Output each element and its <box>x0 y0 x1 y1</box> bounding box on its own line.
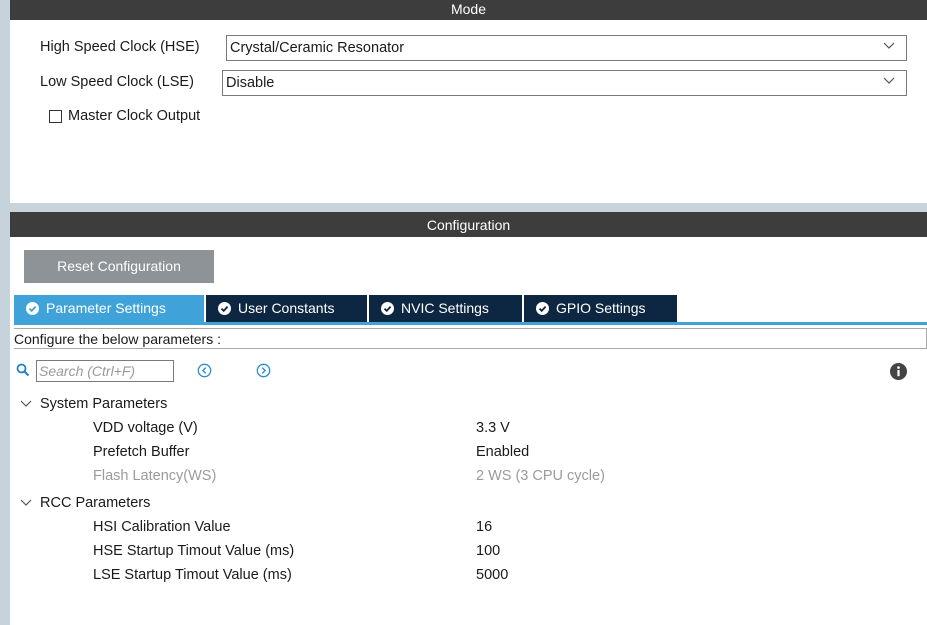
hse-row: High Speed Clock (HSE) Crystal/Ceramic R… <box>40 35 907 61</box>
search-icon <box>16 363 30 377</box>
param-value: 2 WS (3 CPU cycle) <box>476 468 605 484</box>
tab-gpio-settings[interactable]: GPIO Settings <box>524 295 677 322</box>
check-circle-icon <box>218 302 231 315</box>
search-input[interactable] <box>39 362 169 380</box>
chevron-down-icon <box>20 499 32 506</box>
param-name: Flash Latency(WS) <box>93 468 217 484</box>
group-label: System Parameters <box>40 396 168 412</box>
param-value[interactable]: 3.3 V <box>476 420 510 436</box>
param-name[interactable]: HSE Startup Timout Value (ms) <box>93 543 294 559</box>
lse-select[interactable]: Disable <box>222 70 907 96</box>
mode-header: Mode <box>10 0 927 20</box>
tab-parameter-settings[interactable]: Parameter Settings <box>14 295 204 322</box>
hse-label: High Speed Clock (HSE) <box>40 39 200 55</box>
info-icon[interactable] <box>890 363 907 380</box>
chevron-down-icon <box>20 400 32 407</box>
param-value[interactable]: 16 <box>476 519 492 535</box>
checkbox-icon[interactable] <box>49 110 62 123</box>
tab-nvic-settings[interactable]: NVIC Settings <box>369 295 522 322</box>
tab-label: Parameter Settings <box>46 300 166 316</box>
configuration-header: Configuration <box>10 212 927 237</box>
chevron-down-icon <box>883 42 895 49</box>
next-arrow-icon[interactable] <box>256 363 271 378</box>
mode-panel: Mode High Speed Clock (HSE) Crystal/Cera… <box>10 0 927 203</box>
tab-user-constants[interactable]: User Constants <box>206 295 367 322</box>
tab-label: User Constants <box>238 300 335 316</box>
panel-divider <box>10 203 927 212</box>
reset-configuration-button[interactable]: Reset Configuration <box>24 250 214 283</box>
description-bar: Configure the below parameters : <box>14 328 927 349</box>
tab-label: GPIO Settings <box>556 300 646 316</box>
check-circle-icon <box>536 302 549 315</box>
param-value[interactable]: Enabled <box>476 444 529 460</box>
param-name[interactable]: LSE Startup Timout Value (ms) <box>93 567 292 583</box>
tab-label: NVIC Settings <box>401 300 489 316</box>
chevron-down-icon <box>883 77 895 84</box>
param-value[interactable]: 100 <box>476 543 500 559</box>
description-text: Configure the below parameters : <box>14 331 221 347</box>
master-clock-output-label: Master Clock Output <box>68 108 201 124</box>
param-name[interactable]: HSI Calibration Value <box>93 519 231 535</box>
search-field[interactable] <box>36 360 174 382</box>
param-name[interactable]: VDD voltage (V) <box>93 420 198 436</box>
lse-row: Low Speed Clock (LSE) Disable <box>40 70 907 96</box>
configuration-panel: Configuration Reset Configuration Parame… <box>10 212 927 625</box>
check-circle-icon <box>26 302 39 315</box>
hse-select[interactable]: Crystal/Ceramic Resonator <box>226 35 907 61</box>
param-name[interactable]: Prefetch Buffer <box>93 444 189 460</box>
lse-select-value: Disable <box>226 75 275 91</box>
param-value[interactable]: 5000 <box>476 567 508 583</box>
check-circle-icon <box>381 302 394 315</box>
lse-label: Low Speed Clock (LSE) <box>40 74 194 90</box>
group-label: RCC Parameters <box>40 495 151 511</box>
hse-select-value: Crystal/Ceramic Resonator <box>230 40 405 56</box>
left-sidebar-strip <box>0 0 10 625</box>
tab-underline <box>14 322 927 325</box>
prev-arrow-icon[interactable] <box>197 363 212 378</box>
